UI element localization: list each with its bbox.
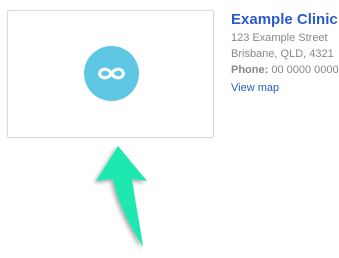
phone-line: Phone: 00 0000 0000 [231, 62, 339, 78]
clinic-logo-box [7, 10, 214, 138]
phone-value: 00 0000 0000 [271, 64, 339, 76]
infinity-icon [84, 46, 139, 101]
address-line-2: Brisbane, QLD, 4321 [231, 48, 334, 60]
up-arrow-icon [96, 146, 147, 247]
clinic-card: Example Clinic 123 Example Street Brisba… [0, 0, 339, 258]
phone-label: Phone: [231, 64, 269, 76]
address-line-1: 123 Example Street [231, 32, 328, 44]
clinic-name[interactable]: Example Clinic [231, 10, 338, 30]
view-map-link[interactable]: View map [231, 80, 279, 96]
clinic-info: Example Clinic 123 Example Street Brisba… [231, 10, 339, 96]
clinic-logo [84, 46, 139, 101]
